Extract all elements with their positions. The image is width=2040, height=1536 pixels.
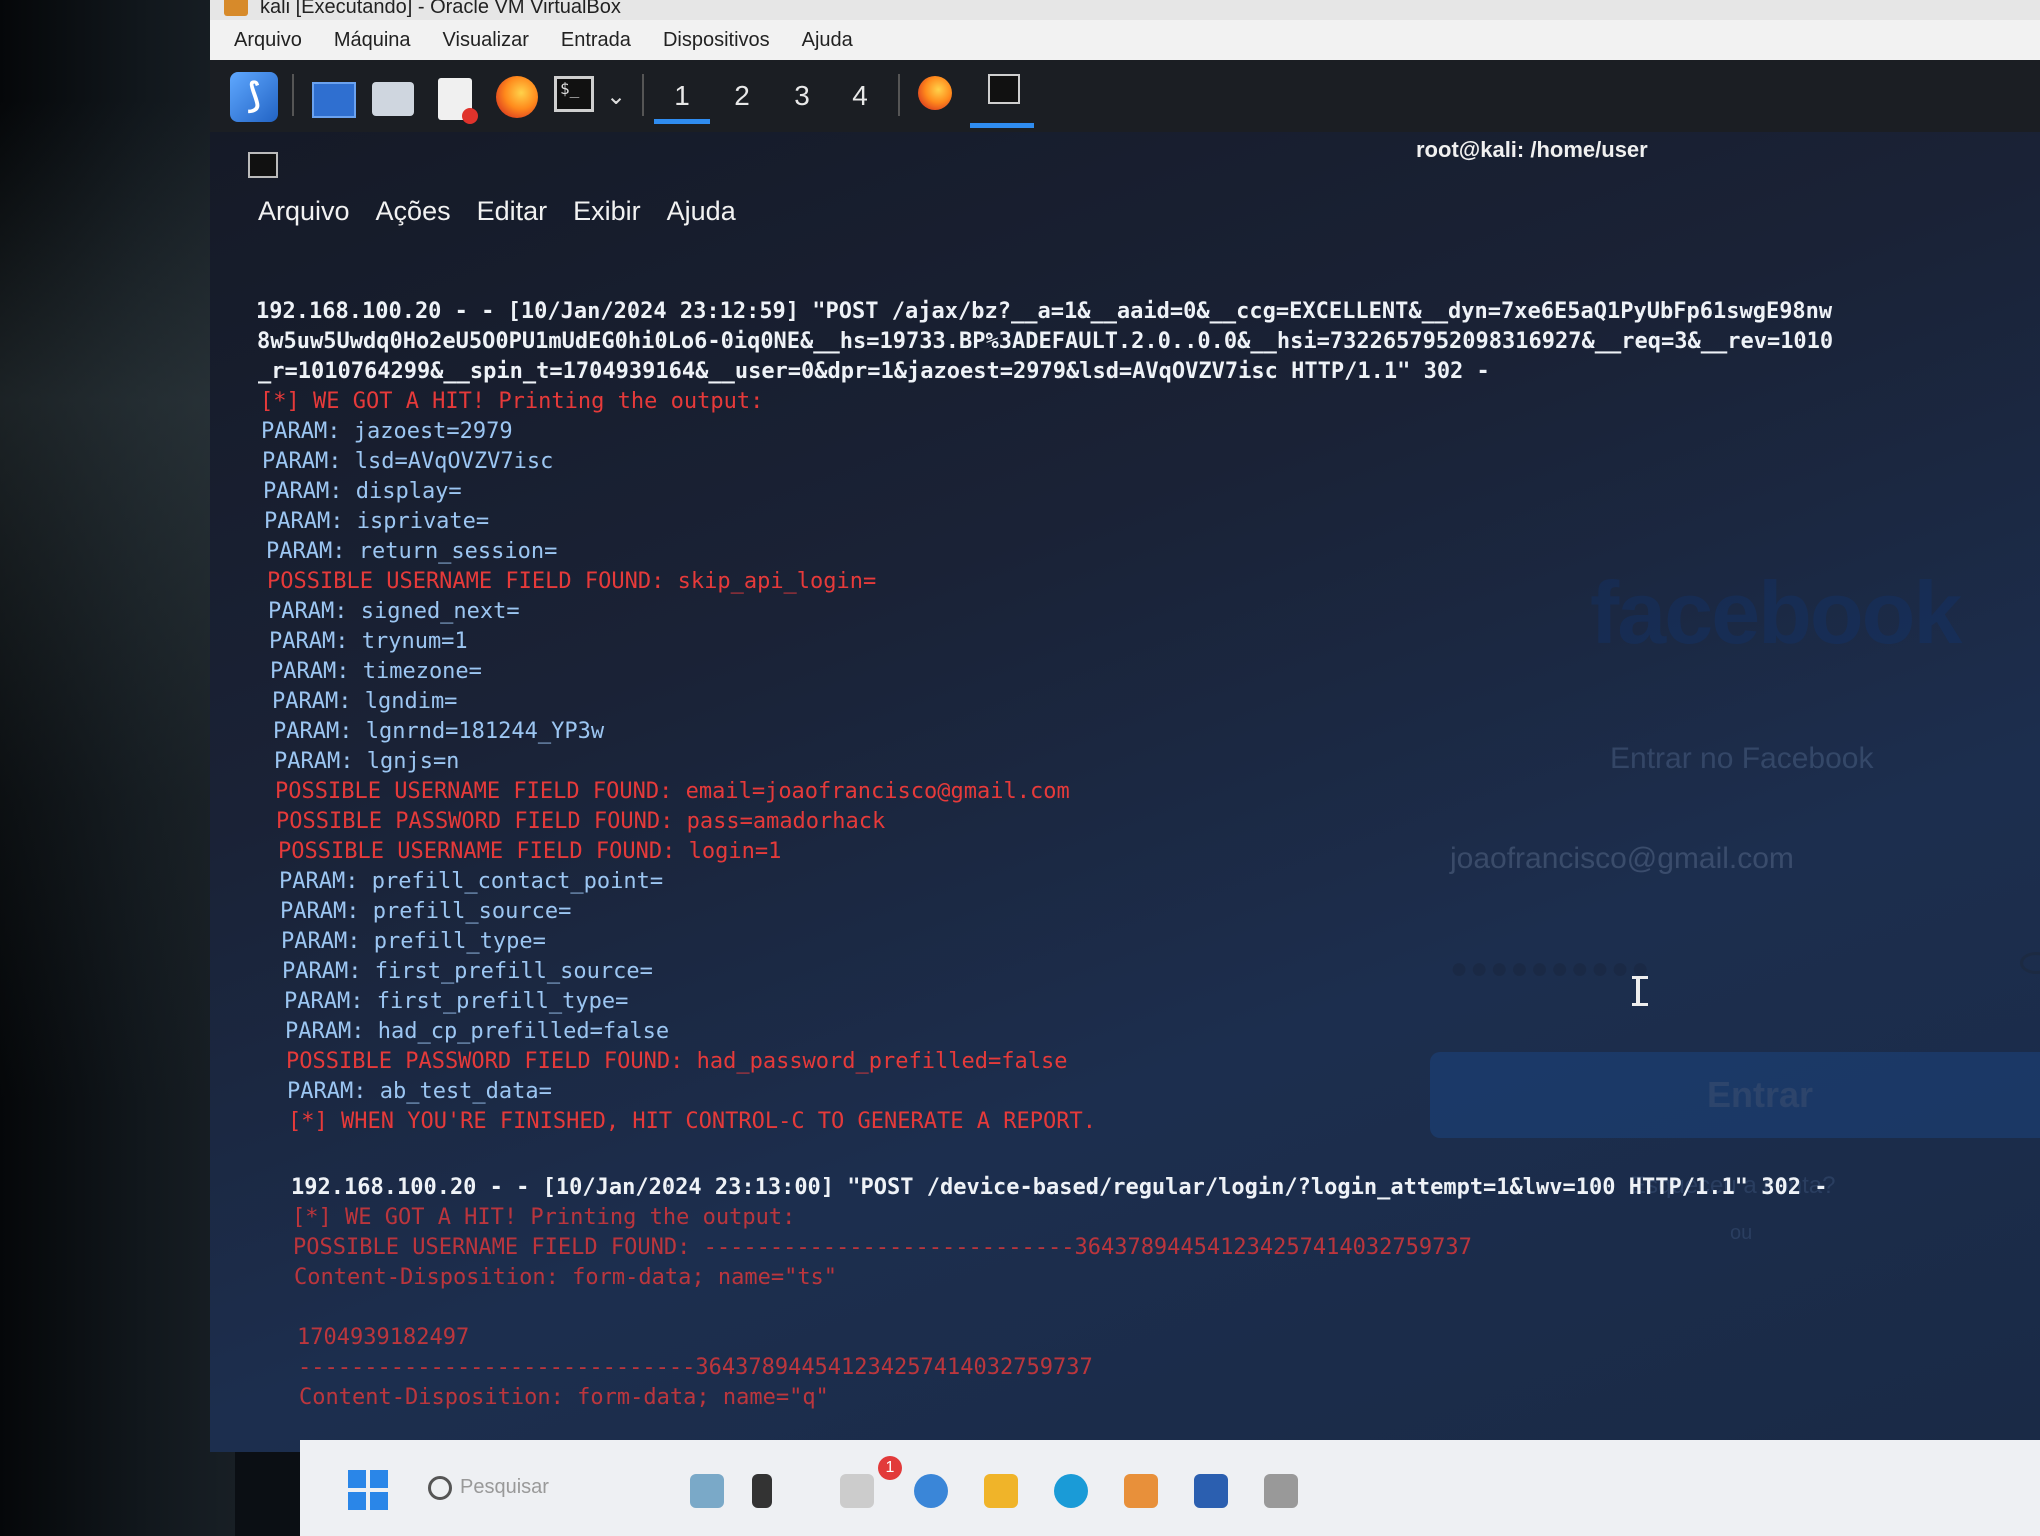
terminal-line: 1704939182497 — [297, 1325, 470, 1350]
terminal-line: 8w5uw5Uwdq0Ho2eU5O0PU1mUdEG0hi0Lo6-0iq0N… — [257, 329, 1834, 354]
terminal-line: PARAM: lgnjs=n — [274, 749, 460, 774]
terminal-line: PARAM: prefill_source= — [280, 899, 572, 924]
terminal-line: [*] WHEN YOU'RE FINISHED, HIT CONTROL-C … — [288, 1109, 1096, 1134]
terminal-line: [*] WE GOT A HIT! Printing the output: — [260, 389, 764, 414]
show-desktop-icon[interactable] — [312, 82, 356, 118]
app-icon[interactable] — [752, 1474, 772, 1508]
terminal-line: POSSIBLE USERNAME FIELD FOUND: email=joa… — [275, 779, 1070, 804]
monitor-bezel — [0, 0, 235, 1536]
terminal-line: POSSIBLE PASSWORD FIELD FOUND: pass=amad… — [276, 809, 886, 834]
facebook-subtitle: Entrar no Facebook — [1610, 742, 1874, 775]
kali-menu-icon[interactable]: ⟆ — [230, 72, 278, 122]
vbox-titlebar: kali [Executando] - Oracle VM VirtualBox — [210, 0, 2040, 20]
terminal-line: PARAM: jazoest=2979 — [261, 419, 513, 444]
virtualbox-icon — [224, 0, 248, 16]
terminal-launcher-icon[interactable]: $_ — [554, 76, 594, 112]
firefox-icon[interactable] — [496, 76, 538, 118]
workspace-2[interactable]: 2 — [714, 76, 770, 116]
app-icon[interactable] — [1264, 1474, 1298, 1508]
terminal-line: POSSIBLE PASSWORD FIELD FOUND: had_passw… — [286, 1049, 1068, 1074]
virtualbox-taskbar-icon[interactable] — [1194, 1474, 1228, 1508]
windows-start-icon[interactable] — [348, 1470, 388, 1510]
terminal-line: PARAM: return_session= — [266, 539, 558, 564]
terminal-line: PARAM: lgnrnd=181244_YP3w — [273, 719, 605, 744]
notification-badge: 1 — [878, 1456, 902, 1480]
vbox-menu-maquina[interactable]: Máquina — [334, 29, 411, 52]
terminal-line: PARAM: trynum=1 — [269, 629, 468, 654]
workspace-3[interactable]: 3 — [774, 76, 830, 116]
kali-top-panel: ⟆ $_ ⌄ 1 2 3 4 — [210, 60, 2040, 132]
edge-browser-icon[interactable] — [1054, 1474, 1088, 1508]
windows-taskbar: Pesquisar 1 — [300, 1440, 2040, 1536]
terminal-menu-ajuda[interactable]: Ajuda — [667, 196, 736, 227]
terminal-window[interactable]: root@kali: /home/user Arquivo Ações Edit… — [210, 132, 2040, 1470]
terminal-window-icon — [248, 152, 278, 178]
terminal-line: PARAM: ab_test_data= — [287, 1079, 552, 1104]
terminal-line: _r=1010764299&__spin_t=1704939164&__user… — [258, 359, 1490, 384]
terminal-menu-exibir[interactable]: Exibir — [573, 196, 641, 227]
text-cursor-icon — [1632, 976, 1648, 1006]
terminal-line: [*] WE GOT A HIT! Printing the output: — [292, 1205, 796, 1230]
workspace-4[interactable]: 4 — [832, 76, 888, 116]
file-explorer-icon[interactable] — [984, 1474, 1018, 1508]
facebook-email-field: joaofrancisco@gmail.com — [1450, 842, 1794, 875]
taskbar-terminal-icon[interactable] — [970, 68, 1034, 128]
terminal-line: PARAM: isprivate= — [264, 509, 490, 534]
terminal-menubar: Arquivo Ações Editar Exibir Ajuda — [258, 196, 762, 227]
facebook-login-label: Entrar — [1706, 1074, 1814, 1115]
terminal-line: 192.168.100.20 - - [10/Jan/2024 23:13:00… — [291, 1175, 1828, 1200]
chevron-down-icon[interactable]: ⌄ — [606, 82, 626, 111]
eye-icon — [2020, 952, 2040, 974]
file-manager-icon[interactable] — [372, 82, 414, 116]
text-editor-icon[interactable] — [438, 78, 478, 124]
terminal-line: ------------------------------3643789445… — [298, 1355, 1093, 1380]
app-icon[interactable] — [840, 1474, 874, 1508]
panel-separator — [292, 74, 294, 116]
facebook-or-divider: ou — [1730, 1222, 1753, 1244]
terminal-line: PARAM: signed_next= — [268, 599, 520, 624]
terminal-line: PARAM: prefill_contact_point= — [279, 869, 664, 894]
vbox-title: kali [Executando] - Oracle VM VirtualBox — [260, 0, 621, 18]
terminal-line: Content-Disposition: form-data; name="ts… — [294, 1265, 838, 1290]
terminal-title: root@kali: /home/user — [1416, 137, 1648, 162]
vbox-menu-arquivo[interactable]: Arquivo — [234, 29, 302, 52]
terminal-line: POSSIBLE USERNAME FIELD FOUND: ---------… — [293, 1235, 1472, 1260]
terminal-line: PARAM: had_cp_prefilled=false — [285, 1019, 670, 1044]
terminal-line: 192.168.100.20 - - [10/Jan/2024 23:12:59… — [256, 299, 1833, 324]
app-icon[interactable] — [1124, 1474, 1158, 1508]
panel-separator — [642, 74, 644, 116]
terminal-line: PARAM: prefill_type= — [281, 929, 546, 954]
terminal-line: POSSIBLE USERNAME FIELD FOUND: login=1 — [278, 839, 782, 864]
search-label[interactable]: Pesquisar — [460, 1476, 549, 1499]
search-icon[interactable] — [428, 1476, 452, 1500]
vbox-menubar: Arquivo Máquina Visualizar Entrada Dispo… — [210, 20, 2040, 60]
terminal-menu-arquivo[interactable]: Arquivo — [258, 196, 350, 227]
terminal-line: Content-Disposition: form-data; name="q" — [299, 1385, 829, 1410]
facebook-login-background: facebook Entrar no Facebook joaofrancisc… — [1410, 432, 2040, 1244]
vbox-menu-visualizar[interactable]: Visualizar — [443, 29, 529, 52]
workspace-1[interactable]: 1 — [654, 76, 710, 124]
terminal-line: PARAM: display= — [263, 479, 462, 504]
terminal-line: PARAM: lgndim= — [272, 689, 458, 714]
vbox-menu-dispositivos[interactable]: Dispositivos — [663, 29, 770, 52]
vbox-menu-entrada[interactable]: Entrada — [561, 29, 631, 52]
facebook-login-button: Entrar — [1430, 1052, 2040, 1138]
terminal-menu-editar[interactable]: Editar — [477, 196, 548, 227]
terminal-line: PARAM: first_prefill_source= — [282, 959, 653, 984]
panel-separator — [898, 74, 900, 116]
facebook-logo: facebook — [1590, 563, 1962, 662]
taskbar-firefox-icon[interactable] — [918, 76, 952, 110]
terminal-line: PARAM: lsd=AVqOVZV7isc — [262, 449, 554, 474]
terminal-menu-acoes[interactable]: Ações — [376, 196, 451, 227]
terminal-line: PARAM: timezone= — [270, 659, 482, 684]
weather-widget-icon[interactable] — [690, 1474, 724, 1508]
facebook-password-field: ●●●●●●●●●● — [1450, 952, 1652, 985]
terminal-line: POSSIBLE USERNAME FIELD FOUND: skip_api_… — [267, 569, 877, 594]
chat-app-icon[interactable] — [914, 1474, 948, 1508]
virtualbox-window: kali [Executando] - Oracle VM VirtualBox… — [210, 0, 2040, 1470]
terminal-line: PARAM: first_prefill_type= — [284, 989, 629, 1014]
vbox-menu-ajuda[interactable]: Ajuda — [802, 29, 853, 52]
